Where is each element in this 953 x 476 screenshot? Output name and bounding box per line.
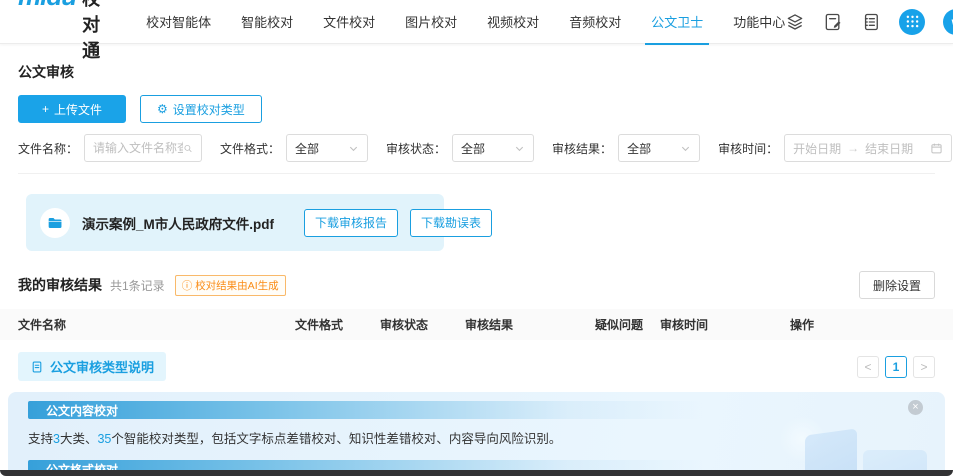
file-format-label: 文件格式： [220,140,280,157]
review-result-label: 审核结果： [552,140,612,157]
demo-file-name: 演示案例_M市人民政府文件.pdf [82,213,274,233]
nav-item-file-proof[interactable]: 文件校对 [323,0,375,45]
close-icon[interactable]: × [908,400,923,415]
ai-generated-badge: ⓘ 校对结果由AI生成 [175,275,286,296]
col-review-status: 审核状态 [380,316,465,333]
col-file-name: 文件名称 [18,316,295,333]
navbar-actions: w [785,9,953,35]
folder-icon [47,215,63,231]
pagination-prev-button[interactable]: < [857,356,879,378]
review-result-select[interactable]: 全部 [618,134,700,162]
nav-item-smart-proof[interactable]: 智能校对 [241,0,293,45]
content-proof-heading-bar: 公文内容校对 [28,401,703,419]
col-actions: 操作 [790,316,935,333]
results-count: 共1条记录 [110,277,165,294]
delete-settings-button[interactable]: 删除设置 [859,271,935,299]
apps-grid-button[interactable] [899,9,925,35]
brand-logo[interactable]: midu 校对通 [18,0,100,63]
main-content: 公文审核 + 上传文件 ⚙ 设置校对类型 文件名称： 文件格式： 全部 [0,62,953,381]
upload-file-button[interactable]: + 上传文件 [18,95,126,123]
download-errata-button[interactable]: 下载勘误表 [410,209,492,237]
nav-item-proof-agent[interactable]: 校对智能体 [146,0,211,45]
col-review-result: 审核结果 [465,316,595,333]
review-status-select[interactable]: 全部 [452,134,534,162]
chevron-down-icon [348,143,359,154]
pagination: < 1 > [857,356,935,378]
filter-file-name: 文件名称： [18,134,202,162]
layers-icon[interactable] [785,12,805,32]
action-button-row: + 上传文件 ⚙ 设置校对类型 [18,95,935,123]
results-title: 我的审核结果 [18,275,102,295]
col-suspected-issues: 疑似问题 [595,316,660,333]
file-format-select[interactable]: 全部 [286,134,368,162]
notebook-icon[interactable] [861,12,881,32]
user-avatar[interactable]: w [943,9,953,35]
gear-icon: ⚙ [157,102,168,116]
document-edit-icon[interactable] [823,12,843,32]
nav-item-image-proof[interactable]: 图片校对 [405,0,457,45]
type-explain-row: 公文审核类型说明 < 1 > [18,352,935,381]
info-circle-icon: ⓘ [182,278,193,293]
plus-icon: + [42,102,49,116]
demo-file-card: 演示案例_M市人民政府文件.pdf 下载审核报告 下载勘误表 [26,194,444,251]
search-icon [183,142,193,155]
nav-item-feature-center[interactable]: 功能中心 [733,0,785,45]
folder-icon-wrap [40,208,70,238]
pagination-page-1[interactable]: 1 [885,356,907,378]
set-proof-type-button[interactable]: ⚙ 设置校对类型 [140,95,262,123]
panel-illustration-block-1 [805,428,857,476]
start-date-placeholder[interactable]: 开始日期 [793,140,841,157]
search-input[interactable] [93,141,183,155]
results-table-header: 文件名称 文件格式 审核状态 审核结果 疑似问题 审核时间 操作 [0,309,953,340]
nav-item-audio-proof[interactable]: 音频校对 [569,0,621,45]
section-divider [18,173,935,174]
page-title: 公文审核 [18,62,935,82]
col-review-time: 审核时间 [660,316,790,333]
col-file-format: 文件格式 [295,316,380,333]
nav-item-gongwen-guard[interactable]: 公文卫士 [651,0,703,45]
proof-type-explain-button[interactable]: 公文审核类型说明 [18,352,166,381]
filter-review-result: 审核结果： 全部 [552,134,700,162]
window-bottom-edge [0,470,953,476]
review-time-label: 审核时间： [718,140,778,157]
top-navbar: midu 校对通 校对智能体 智能校对 文件校对 图片校对 视频校对 音频校对 … [0,0,953,44]
pagination-next-button[interactable]: > [913,356,935,378]
calendar-icon [930,142,943,155]
main-nav: 校对智能体 智能校对 文件校对 图片校对 视频校对 音频校对 公文卫士 功能中心 [146,0,785,45]
chevron-down-icon [514,143,525,154]
review-status-label: 审核状态： [386,140,446,157]
date-range-picker[interactable]: 开始日期 → 结束日期 [784,134,952,162]
filter-bar: 文件名称： 文件格式： 全部 审核状态： 全部 审核结果： [18,134,935,162]
file-name-search-input[interactable] [84,134,202,162]
document-icon [30,360,44,374]
results-header: 我的审核结果 共1条记录 ⓘ 校对结果由AI生成 删除设置 [18,271,935,299]
proof-type-info-panel: 公文内容校对 支持3大类、35个智能校对类型，包括文字标点差错校对、知识性差错校… [8,392,945,476]
filter-review-status: 审核状态： 全部 [386,134,534,162]
apps-grid-icon [906,15,919,28]
download-report-button[interactable]: 下载审核报告 [304,209,398,237]
end-date-placeholder[interactable]: 结束日期 [865,140,913,157]
logo-text-cn: 校对通 [82,0,100,63]
filter-review-time: 审核时间： 开始日期 → 结束日期 [718,134,952,162]
chevron-down-icon [680,143,691,154]
nav-item-video-proof[interactable]: 视频校对 [487,0,539,45]
logo-text-en: midu [18,0,76,12]
range-arrow: → [847,141,859,155]
file-name-label: 文件名称： [18,140,78,157]
filter-file-format: 文件格式： 全部 [220,134,368,162]
